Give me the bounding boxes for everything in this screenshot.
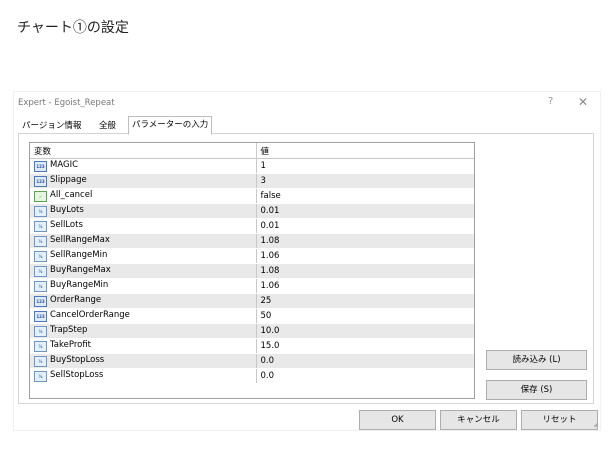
- int-icon: 123: [34, 176, 47, 187]
- int-icon: 123: [34, 311, 47, 322]
- page-heading: チャート①の設定: [17, 20, 129, 36]
- value-cell[interactable]: 15.0: [256, 338, 474, 354]
- table-header-row: 変数 値: [30, 143, 474, 159]
- variable-name: SellRangeMax: [50, 235, 110, 245]
- int-icon: 123: [34, 161, 47, 172]
- double-icon: ½: [34, 236, 47, 247]
- load-button[interactable]: 読み込み (L): [486, 350, 587, 370]
- table-row[interactable]: ½ TakeProfit 15.0: [30, 338, 474, 354]
- expert-dialog: Expert - Egoist_Repeat ? ✕ パージョン情報 全般 パラ…: [14, 92, 600, 430]
- column-header-value[interactable]: 値: [256, 143, 474, 159]
- value-cell[interactable]: 50: [256, 308, 474, 324]
- variable-cell[interactable]: 123 OrderRange: [30, 293, 257, 309]
- table-row[interactable]: 123 Slippage 3: [30, 173, 474, 189]
- variable-name: TrapStep: [50, 325, 88, 335]
- variable-name: BuyRangeMin: [50, 280, 109, 290]
- double-icon: ½: [34, 221, 47, 232]
- value-cell[interactable]: 1.06: [256, 278, 474, 294]
- variable-cell[interactable]: ✓ All_cancel: [30, 188, 257, 204]
- variable-name: SellRangeMin: [50, 250, 108, 260]
- parameters-body: 123 MAGIC 1 123 Slippage 3 ✓ All_cancel false ½ Bu…: [30, 158, 474, 384]
- variable-name: SellLots: [50, 220, 83, 230]
- variable-cell[interactable]: ½ TakeProfit: [30, 338, 257, 354]
- double-icon: ½: [34, 326, 47, 337]
- parameters-table: 変数 値 123 MAGIC 1 123 Slippage 3 ✓ All_cancel fal…: [30, 143, 474, 384]
- reset-button[interactable]: リセット: [521, 410, 598, 430]
- variable-cell[interactable]: ½ SellRangeMin: [30, 248, 257, 264]
- table-row[interactable]: ½ TrapStep 10.0: [30, 323, 474, 339]
- value-cell[interactable]: 25: [256, 293, 474, 309]
- value-cell[interactable]: 1.08: [256, 263, 474, 279]
- double-icon: ½: [34, 281, 47, 292]
- value-cell[interactable]: 0.0: [256, 368, 474, 384]
- variable-cell[interactable]: ½ BuyLots: [30, 203, 257, 219]
- table-row[interactable]: 123 OrderRange 25: [30, 293, 474, 309]
- variable-cell[interactable]: 123 MAGIC: [30, 158, 257, 174]
- bool-icon: ✓: [34, 191, 47, 202]
- table-row[interactable]: ½ SellStopLoss 0.0: [30, 368, 474, 384]
- value-cell[interactable]: 1.06: [256, 248, 474, 264]
- value-cell[interactable]: false: [256, 188, 474, 204]
- table-row[interactable]: ½ SellRangeMax 1.08: [30, 233, 474, 249]
- save-button[interactable]: 保存 (S): [486, 380, 587, 400]
- variable-name: CancelOrderRange: [50, 310, 130, 320]
- variable-cell[interactable]: 123 Slippage: [30, 173, 257, 189]
- int-icon: 123: [34, 296, 47, 307]
- variable-cell[interactable]: ½ BuyRangeMax: [30, 263, 257, 279]
- table-row[interactable]: ½ BuyStopLoss 0.0: [30, 353, 474, 369]
- resize-grip-icon[interactable]: ◢: [593, 421, 598, 428]
- table-row[interactable]: ✓ All_cancel false: [30, 188, 474, 204]
- value-cell[interactable]: 10.0: [256, 323, 474, 339]
- value-cell[interactable]: 0.01: [256, 218, 474, 234]
- value-cell[interactable]: 1.08: [256, 233, 474, 249]
- variable-name: OrderRange: [50, 295, 102, 305]
- variable-cell[interactable]: ½ SellLots: [30, 218, 257, 234]
- table-row[interactable]: ½ SellRangeMin 1.06: [30, 248, 474, 264]
- table-row[interactable]: ½ SellLots 0.01: [30, 218, 474, 234]
- variable-name: Slippage: [50, 175, 87, 185]
- cancel-button[interactable]: キャンセル: [440, 410, 517, 430]
- double-icon: ½: [34, 266, 47, 277]
- table-row[interactable]: ½ BuyLots 0.01: [30, 203, 474, 219]
- ok-button[interactable]: OK: [359, 410, 436, 430]
- value-cell[interactable]: 0.0: [256, 353, 474, 369]
- table-row[interactable]: 123 MAGIC 1: [30, 158, 474, 174]
- dialog-title: Expert - Egoist_Repeat: [18, 98, 115, 108]
- variable-cell[interactable]: ½ SellStopLoss: [30, 368, 257, 384]
- table-row[interactable]: ½ BuyRangeMax 1.08: [30, 263, 474, 279]
- variable-cell[interactable]: ½ SellRangeMax: [30, 233, 257, 249]
- double-icon: ½: [34, 251, 47, 262]
- variable-name: MAGIC: [50, 160, 79, 170]
- variable-cell[interactable]: ½ BuyRangeMin: [30, 278, 257, 294]
- variable-name: TakeProfit: [50, 340, 92, 350]
- double-icon: ½: [34, 371, 47, 382]
- variable-name: All_cancel: [50, 190, 93, 200]
- double-icon: ½: [34, 356, 47, 367]
- variable-name: SellStopLoss: [50, 370, 104, 380]
- parameters-panel: 変数 値 123 MAGIC 1 123 Slippage 3 ✓ All_cancel fal…: [18, 133, 594, 404]
- table-row[interactable]: ½ BuyRangeMin 1.06: [30, 278, 474, 294]
- variable-name: BuyLots: [50, 205, 84, 215]
- variable-name: BuyStopLoss: [50, 355, 105, 365]
- variable-cell[interactable]: ½ TrapStep: [30, 323, 257, 339]
- parameters-grid: 変数 値 123 MAGIC 1 123 Slippage 3 ✓ All_cancel fal…: [29, 142, 475, 399]
- value-cell[interactable]: 0.01: [256, 203, 474, 219]
- column-header-variable[interactable]: 変数: [30, 143, 257, 159]
- double-icon: ½: [34, 341, 47, 352]
- help-button[interactable]: ?: [548, 96, 553, 107]
- value-cell[interactable]: 3: [256, 173, 474, 189]
- tab-parameter-input[interactable]: パラメーターの入力: [128, 116, 213, 135]
- double-icon: ½: [34, 206, 47, 217]
- variable-cell[interactable]: ½ BuyStopLoss: [30, 353, 257, 369]
- variable-cell[interactable]: 123 CancelOrderRange: [30, 308, 257, 324]
- close-button[interactable]: ✕: [578, 95, 588, 109]
- value-cell[interactable]: 1: [256, 158, 474, 174]
- variable-name: BuyRangeMax: [50, 265, 111, 275]
- table-row[interactable]: 123 CancelOrderRange 50: [30, 308, 474, 324]
